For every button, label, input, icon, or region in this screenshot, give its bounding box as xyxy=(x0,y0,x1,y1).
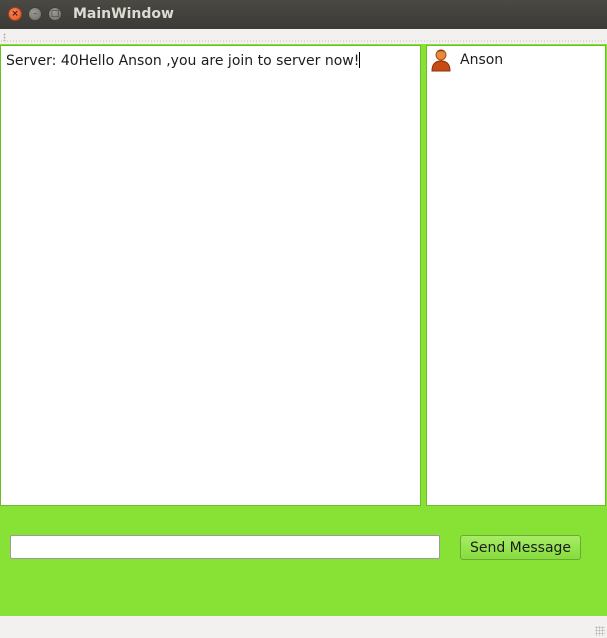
chat-message-text: Server: 40Hello Anson ,you are join to s… xyxy=(6,53,360,69)
user-list-item[interactable]: Anson xyxy=(430,48,602,72)
user-name: Anson xyxy=(460,52,504,68)
resize-grip-icon[interactable] xyxy=(595,626,605,636)
maximize-window-button[interactable]: □ xyxy=(48,7,62,21)
user-list-panel[interactable]: Anson xyxy=(426,45,606,506)
close-icon: × xyxy=(11,8,19,19)
chat-message: Server: 40Hello Anson ,you are join to s… xyxy=(6,52,361,69)
minimize-icon: – xyxy=(32,8,38,19)
user-avatar-icon xyxy=(430,48,452,72)
text-cursor xyxy=(359,52,361,68)
maximize-icon: □ xyxy=(50,8,60,19)
toolbar-separator xyxy=(0,40,607,42)
close-window-button[interactable]: × xyxy=(8,7,22,21)
minimize-window-button[interactable]: – xyxy=(28,7,42,21)
status-bar xyxy=(0,616,607,638)
send-message-button[interactable]: Send Message xyxy=(460,535,581,560)
central-widget: Server: 40Hello Anson ,you are join to s… xyxy=(0,44,607,616)
message-input[interactable] xyxy=(10,535,440,559)
window-title: MainWindow xyxy=(73,6,174,22)
chat-log-panel[interactable]: Server: 40Hello Anson ,you are join to s… xyxy=(0,45,421,506)
window-titlebar[interactable]: × – □ MainWindow xyxy=(0,0,607,29)
